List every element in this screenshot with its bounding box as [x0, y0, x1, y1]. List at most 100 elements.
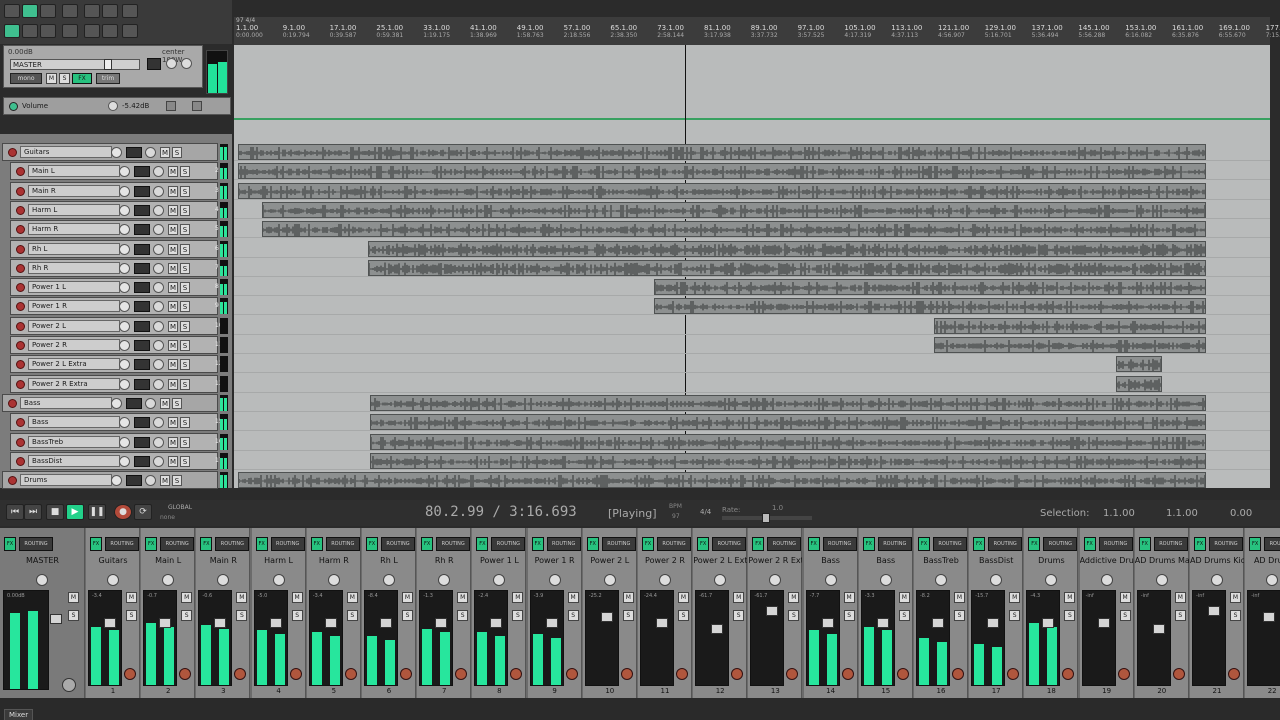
pan-knob[interactable]: [145, 397, 156, 409]
media-item[interactable]: [368, 259, 1206, 276]
go-to-end-icon[interactable]: ⏭: [24, 504, 42, 520]
pan-knob[interactable]: [153, 166, 164, 178]
go-to-start-icon[interactable]: ⏮: [6, 504, 24, 520]
fx-button[interactable]: FX: [1028, 537, 1041, 551]
master-routing-button[interactable]: [147, 58, 161, 70]
track-name[interactable]: BassTreb: [28, 435, 120, 448]
record-arm-icon[interactable]: [16, 437, 25, 447]
mute-button[interactable]: M: [1064, 592, 1076, 603]
solo-button[interactable]: S: [180, 320, 190, 332]
volume-fader[interactable]: [380, 618, 392, 628]
track-lane[interactable]: [234, 355, 1270, 374]
track-name[interactable]: Bass: [28, 416, 120, 429]
record-arm-button[interactable]: [179, 668, 192, 680]
record-arm-button[interactable]: [344, 668, 357, 680]
track-header[interactable]: Main R MS 3: [10, 181, 219, 200]
strip-name[interactable]: BassTreb: [914, 556, 968, 565]
record-arm-button[interactable]: [896, 668, 909, 680]
mute-button[interactable]: M: [160, 475, 170, 487]
routing-button[interactable]: ROUTING: [270, 537, 305, 551]
solo-button[interactable]: S: [291, 610, 303, 621]
strip-name[interactable]: Power 2 R Extr: [748, 556, 802, 565]
strip-name[interactable]: Power 2 L: [583, 556, 637, 565]
volume-fader[interactable]: [656, 618, 668, 628]
volume-fader[interactable]: [159, 618, 172, 628]
routing-button[interactable]: [134, 378, 150, 390]
fx-button[interactable]: FX: [90, 537, 102, 551]
solo-button[interactable]: S: [126, 610, 137, 621]
routing-button[interactable]: [126, 397, 142, 409]
solo-button[interactable]: S: [1174, 610, 1186, 621]
solo-button[interactable]: S: [402, 610, 413, 621]
solo-button[interactable]: S: [457, 610, 469, 621]
track-header[interactable]: Power 2 L M S 10: [10, 316, 223, 335]
fx-button[interactable]: FX: [476, 537, 489, 551]
record-arm-button[interactable]: [952, 668, 964, 680]
routing-button[interactable]: ROUTING: [657, 537, 691, 551]
mono-button[interactable]: mono: [10, 73, 42, 84]
mute-button[interactable]: M: [843, 592, 855, 603]
master-fx-button[interactable]: FX: [4, 537, 16, 551]
volume-knob[interactable]: [111, 397, 122, 409]
envelope-arm-icon[interactable]: [166, 101, 176, 111]
track-lane[interactable]: [234, 336, 1270, 354]
pan-knob[interactable]: [769, 574, 782, 586]
strip-name[interactable]: Power 1 R: [528, 556, 582, 565]
track-lane[interactable]: [234, 413, 1270, 432]
mute-button[interactable]: M: [168, 378, 178, 390]
solo-button[interactable]: S: [180, 262, 190, 274]
record-arm-button[interactable]: [841, 668, 854, 680]
bpm-value[interactable]: 97: [672, 513, 680, 520]
selection-end[interactable]: 1.1.00: [1166, 508, 1198, 519]
track-lane[interactable]: [234, 452, 1270, 470]
volume-fader[interactable]: [1097, 618, 1110, 628]
routing-button[interactable]: ROUTING: [712, 537, 747, 551]
fx-button[interactable]: FX: [586, 537, 599, 551]
pan-knob[interactable]: [824, 574, 837, 586]
pan-knob[interactable]: [438, 574, 451, 586]
strip-name[interactable]: Guitars: [86, 556, 140, 565]
track-header[interactable]: Power 1 R MS 9: [10, 297, 219, 316]
track-header[interactable]: Harm R MS 5: [10, 220, 219, 239]
master-volume-slider[interactable]: [104, 59, 112, 70]
record-arm-button[interactable]: [1117, 668, 1130, 680]
track-lane[interactable]: [234, 297, 1270, 316]
track-header[interactable]: BassTreb M S 16: [10, 432, 223, 451]
track-name[interactable]: Power 1 R: [28, 300, 120, 313]
volume-fader[interactable]: [545, 618, 558, 628]
track-lane[interactable]: [234, 375, 1270, 393]
routing-button[interactable]: ROUTING: [381, 537, 415, 551]
volume-fader[interactable]: [435, 618, 448, 628]
master-solo-button[interactable]: S: [68, 610, 79, 621]
strip-name[interactable]: Main L: [141, 556, 195, 565]
record-arm-icon[interactable]: [16, 456, 25, 466]
volume-fader[interactable]: [1042, 618, 1055, 628]
mixer-tab[interactable]: Mixer: [4, 709, 34, 720]
track-header[interactable]: Main L MS 2: [10, 162, 219, 181]
routing-button[interactable]: [134, 166, 150, 178]
track-name[interactable]: Bass: [20, 396, 112, 409]
routing-button[interactable]: ROUTING: [1209, 537, 1243, 551]
routing-button[interactable]: ROUTING: [767, 537, 802, 551]
mute-button[interactable]: M: [168, 262, 178, 274]
stop-icon[interactable]: ■: [46, 504, 64, 520]
pan-knob[interactable]: [493, 574, 506, 586]
pan-knob[interactable]: [153, 224, 164, 236]
fx-button[interactable]: FX: [531, 537, 544, 551]
mute-button[interactable]: M: [788, 592, 800, 603]
track-lane[interactable]: [234, 278, 1270, 297]
track-header[interactable]: Power 2 L Extra M S 12: [10, 355, 223, 374]
volume-knob[interactable]: [119, 320, 130, 332]
strip-name[interactable]: AD Drum: [1245, 556, 1280, 565]
fx-button[interactable]: FX: [642, 537, 654, 551]
grid-toggle-icon[interactable]: [4, 24, 20, 38]
routing-button[interactable]: [134, 359, 150, 371]
repeat-icon[interactable]: ⟳: [134, 504, 152, 520]
routing-button[interactable]: ROUTING: [436, 537, 471, 551]
mute-button[interactable]: M: [236, 592, 248, 603]
record-icon[interactable]: ●: [114, 504, 132, 520]
volume-envelope-line[interactable]: [234, 118, 1270, 120]
metronome-icon[interactable]: [122, 4, 138, 18]
media-item[interactable]: [370, 452, 1206, 469]
record-arm-icon[interactable]: [16, 302, 25, 312]
